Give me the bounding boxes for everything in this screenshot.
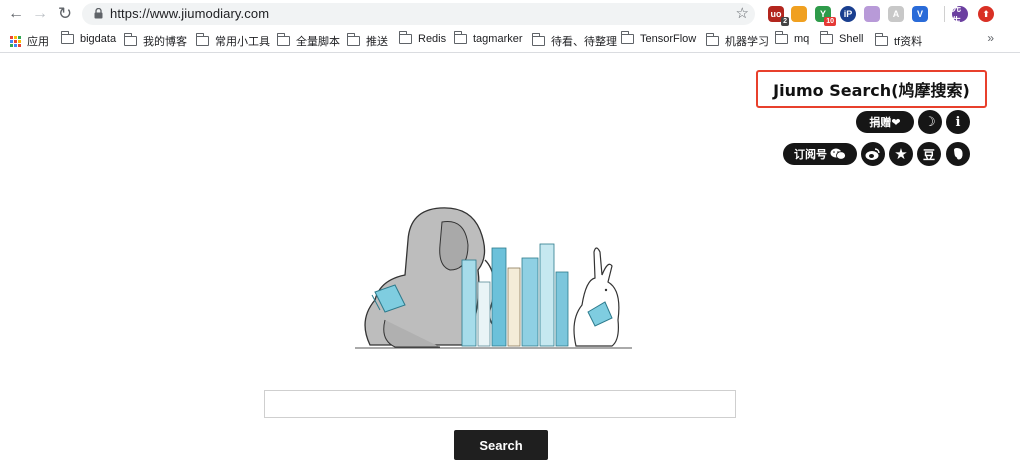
- extension-label: iP: [843, 9, 853, 19]
- reload-icon[interactable]: ↻: [55, 4, 75, 24]
- folder-icon: [398, 31, 412, 44]
- translate-ext-icon[interactable]: A: [888, 6, 904, 22]
- bookmark-folder[interactable]: 待看、待整理: [531, 33, 617, 49]
- wechat-subscribe-button[interactable]: 订阅号: [783, 143, 857, 165]
- bookmark-label: 常用小工具: [215, 36, 270, 48]
- bookmark-folder[interactable]: 机器学习: [705, 33, 769, 49]
- bookmark-folder[interactable]: 全量脚本: [276, 33, 340, 49]
- url-text: https://www.jiumodiary.com: [110, 6, 270, 21]
- download-ext-icon[interactable]: ⬆: [978, 6, 994, 22]
- extension-label: ⬆: [982, 8, 990, 19]
- search-input[interactable]: [264, 390, 736, 418]
- evernote-glyph-icon: [954, 148, 963, 160]
- browser-toolbar: ← → ↻ https://www.jiumodiary.com ☆ uo 2 Y 1…: [0, 0, 1020, 28]
- bookmark-label: 机器学习: [725, 36, 769, 48]
- extension-label: V: [916, 9, 923, 19]
- weibo-glyph-icon: [865, 148, 880, 160]
- bookmark-label: tf资料: [894, 36, 923, 48]
- y-ext-icon[interactable]: Y 10: [815, 6, 836, 26]
- folder-icon: [705, 33, 719, 46]
- bookmark-label: 我的博客: [143, 36, 187, 48]
- bookmark-label: 应用: [27, 36, 49, 48]
- extension-badge: 10: [824, 17, 836, 26]
- bookmark-apps[interactable]: 应用: [10, 33, 49, 49]
- ublock-ext-icon[interactable]: uo 2: [768, 6, 789, 26]
- weibo-icon[interactable]: [861, 142, 885, 166]
- evernote-icon[interactable]: [946, 142, 970, 166]
- folder-icon: [819, 31, 833, 44]
- bookmark-folder[interactable]: Redis: [398, 31, 447, 45]
- bookmark-folder[interactable]: 常用小工具: [195, 33, 270, 49]
- extension-badge: 2: [781, 17, 789, 26]
- folder-icon: [620, 31, 634, 44]
- forward-arrow-icon[interactable]: →: [30, 4, 50, 24]
- bookmark-label: 全量脚本: [296, 36, 340, 48]
- donate-button[interactable]: 捐赠❤: [856, 111, 914, 133]
- reader-ext-icon[interactable]: [864, 6, 880, 22]
- bookmark-star-icon[interactable]: ☆: [736, 4, 749, 22]
- folder-icon: [531, 33, 545, 46]
- favorite-star-icon[interactable]: ★: [889, 142, 913, 166]
- bookmarks-overflow-icon[interactable]: »: [987, 31, 994, 45]
- bookmark-label: 待看、待整理: [551, 36, 617, 48]
- bookmark-label: tagmarker: [473, 33, 523, 45]
- search-button[interactable]: Search: [454, 430, 548, 460]
- ip-ext-icon[interactable]: iP: [840, 6, 856, 22]
- extension-label: 先生: [952, 3, 962, 26]
- bookmark-folder[interactable]: tagmarker: [453, 31, 523, 45]
- bookmark-folder[interactable]: bigdata: [60, 31, 117, 45]
- info-icon[interactable]: i: [946, 110, 970, 134]
- bookmark-folder[interactable]: Shell: [819, 31, 864, 45]
- wechat-icon: [830, 148, 846, 160]
- bookmark-folder[interactable]: tf资料: [874, 33, 923, 49]
- elephant-reading-illustration: [355, 207, 632, 349]
- folder-icon: [346, 33, 360, 46]
- folder-icon: [123, 33, 137, 46]
- profile-ext-icon[interactable]: 先生: [952, 3, 968, 26]
- bookmark-folder[interactable]: 我的博客: [123, 33, 187, 49]
- back-arrow-icon[interactable]: ←: [6, 4, 26, 24]
- shield-ext-icon[interactable]: [791, 6, 807, 22]
- bookmark-folder[interactable]: 推送: [346, 33, 388, 49]
- folder-icon: [774, 31, 788, 44]
- bookmark-label: TensorFlow: [640, 33, 697, 45]
- extension-label: A: [892, 9, 900, 19]
- bookmark-label: Redis: [418, 33, 447, 45]
- bookmark-label: bigdata: [80, 33, 117, 45]
- folder-icon: [195, 33, 209, 46]
- subscribe-label: 订阅号: [794, 149, 827, 161]
- folder-icon: [453, 31, 467, 44]
- toolbar-separator: [944, 6, 945, 22]
- moon-icon[interactable]: ☽: [918, 110, 942, 134]
- bookmark-folder[interactable]: mq: [774, 31, 810, 45]
- folder-icon: [874, 33, 888, 46]
- address-bar[interactable]: https://www.jiumodiary.com ☆: [82, 3, 755, 25]
- site-title[interactable]: Jiumo Search(鸠摩搜索): [756, 70, 987, 108]
- bookmark-label: mq: [794, 33, 810, 45]
- apps-grid-icon: [10, 35, 21, 47]
- bookmark-folder[interactable]: TensorFlow: [620, 31, 697, 45]
- toolbar-divider: [0, 52, 1020, 53]
- bookmark-label: 推送: [366, 36, 388, 48]
- douban-icon[interactable]: 豆: [917, 142, 941, 166]
- vue-ext-icon[interactable]: V: [912, 6, 928, 22]
- extension-label: uo: [770, 9, 782, 19]
- bookmark-label: Shell: [839, 33, 864, 45]
- lock-icon: [94, 8, 103, 19]
- folder-icon: [60, 31, 74, 44]
- bookmarks-bar: 应用 bigdata 我的博客 常用小工具 全量脚本 推送 Redis tagmarker 待看…: [0, 30, 1020, 50]
- folder-icon: [276, 33, 290, 46]
